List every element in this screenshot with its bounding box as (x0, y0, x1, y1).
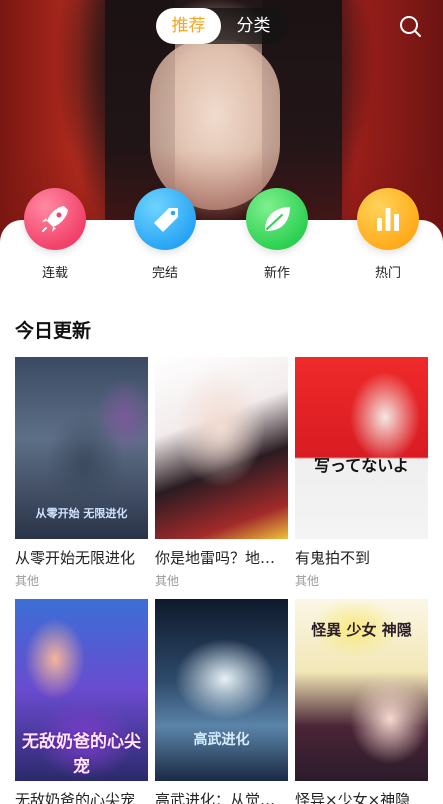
comic-title: 有鬼拍不到 (295, 549, 371, 567)
cover-title-art: 从零开始 无限进化 (35, 507, 128, 520)
comic-card[interactable]: 你是地雷吗？地… 其他 (155, 357, 288, 589)
category-new[interactable]: 新作 (237, 188, 317, 281)
comic-cover: 怪異 少女 神隠 (295, 599, 428, 781)
category-label: 连载 (41, 266, 68, 281)
comic-card[interactable]: 写ってないよ 有鬼拍不到 其他 (295, 357, 428, 589)
comic-card[interactable]: 怪異 少女 神隠 怪异×少女×神隐 (295, 599, 428, 804)
comic-title: 从零开始无限进化 (15, 549, 136, 567)
comic-cover: 写ってないよ (295, 357, 428, 539)
category-hot[interactable]: 热门 (348, 188, 428, 281)
comic-card[interactable]: 无敌奶爸的心尖宠 无敌奶爸的心尖宠 (15, 599, 148, 804)
top-tab-switcher: 推荐 分类 (156, 8, 288, 44)
bar-chart-icon (377, 208, 399, 231)
comic-cover: 从零开始 无限进化 (15, 357, 148, 539)
comic-genre: 其他 (155, 574, 180, 588)
section-title-today-update: 今日更新 (15, 320, 92, 342)
search-button[interactable] (396, 12, 426, 42)
tag-icon (154, 208, 178, 232)
comic-title: 你是地雷吗？地… (155, 549, 276, 567)
cover-title-art: 写ってないよ (314, 456, 409, 475)
comic-cover: 无敌奶爸的心尖宠 (15, 599, 148, 781)
category-circle (246, 188, 308, 250)
comic-title: 无敌奶爸的心尖宠 (15, 791, 136, 804)
category-label: 热门 (374, 266, 401, 281)
comic-genre: 其他 (15, 574, 40, 588)
cover-title-art: 怪異 少女 神隠 (311, 621, 412, 639)
cover-title-art: 高武进化 (193, 732, 250, 748)
comic-card[interactable]: 高武进化 高武进化：从觉… (155, 599, 288, 804)
comic-cover (155, 357, 288, 539)
rocket-icon (42, 206, 68, 232)
tab-recommend[interactable]: 推荐 (156, 8, 221, 44)
category-label: 新作 (263, 266, 290, 281)
cover-title-art: 无敌奶爸的心尖宠 (22, 732, 141, 777)
comic-cover: 高武进化 (155, 599, 288, 781)
comic-card[interactable]: 从零开始 无限进化 从零开始无限进化 其他 (15, 357, 148, 589)
category-label: 完结 (151, 266, 178, 281)
category-circle (24, 188, 86, 250)
tab-category[interactable]: 分类 (221, 8, 286, 44)
comic-title: 怪异×少女×神隐 (295, 791, 411, 804)
category-completed[interactable]: 完结 (125, 188, 205, 281)
comic-genre: 其他 (295, 574, 320, 588)
comic-title: 高武进化：从觉… (155, 791, 276, 804)
search-icon (400, 16, 421, 37)
category-circle (357, 188, 419, 250)
category-circle (134, 188, 196, 250)
category-serializing[interactable]: 连载 (15, 188, 95, 281)
leaf-icon (265, 207, 290, 231)
